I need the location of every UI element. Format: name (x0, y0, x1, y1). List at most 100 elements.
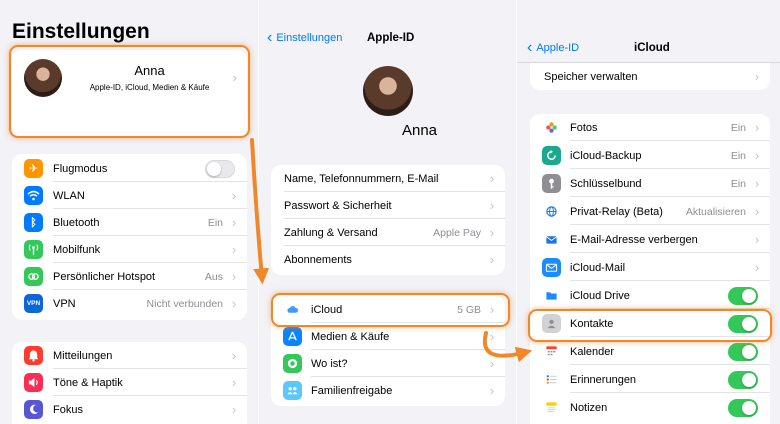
row-label: iCloud-Mail (570, 261, 626, 274)
sounds-row[interactable]: Töne & Haptik › (12, 369, 247, 396)
hotspot-icon (24, 267, 43, 286)
back-button[interactable]: ‹ Einstellungen (267, 29, 343, 46)
chevron-right-icon: › (231, 375, 237, 390)
chevron-right-icon: › (754, 120, 760, 135)
chevron-right-icon: › (489, 329, 495, 344)
services-group: iCloud 5 GB › Medien & Käufe › Wo ist? › (271, 296, 505, 406)
calendar-toggle[interactable] (728, 342, 758, 361)
row-label: iCloud (311, 303, 343, 316)
chevron-right-icon: › (231, 269, 237, 284)
icloud-drive-toggle[interactable] (728, 286, 758, 305)
contacts-row: Kontakte (530, 310, 770, 337)
bluetooth-row[interactable]: ᛒ Bluetooth Ein › (12, 209, 247, 236)
calendar-row: Kalender (530, 338, 770, 365)
row-label: Persönlicher Hotspot (53, 270, 156, 283)
moon-icon (24, 400, 43, 419)
row-value: 5 GB (457, 303, 481, 316)
cloud-icon (283, 300, 302, 319)
avatar (363, 66, 413, 116)
icloud-drive-row: iCloud Drive (530, 282, 770, 309)
profile-card[interactable]: Anna Apple-ID, iCloud, Medien & Käufe › (12, 50, 247, 136)
family-icon (283, 381, 302, 400)
reminders-toggle[interactable] (728, 370, 758, 389)
row-value: Aus (204, 270, 223, 283)
storage-group: Speicher verwalten › (530, 63, 770, 90)
chevron-right-icon: › (754, 148, 760, 163)
airplane-icon: ✈ (24, 159, 43, 178)
wifi-icon (24, 186, 43, 205)
wifi-row[interactable]: WLAN › (12, 182, 247, 209)
row-label: Wo ist? (311, 357, 348, 370)
icloud-row[interactable]: iCloud 5 GB › (271, 296, 505, 323)
row-value: Ein (730, 177, 746, 190)
chevron-right-icon: › (489, 302, 495, 317)
find-my-icon (283, 354, 302, 373)
row-label: Familienfreigabe (311, 384, 393, 397)
folder-icon (542, 286, 561, 305)
media-row[interactable]: Medien & Käufe › (271, 323, 505, 350)
page-title: Einstellungen (12, 20, 150, 43)
row-label: Speicher verwalten (544, 70, 638, 83)
row-label: WLAN (53, 189, 85, 202)
vpn-icon: VPN (24, 294, 43, 313)
contacts-toggle[interactable] (728, 314, 758, 333)
notes-row: Notizen (530, 394, 770, 421)
cellular-row[interactable]: Mobilfunk › (12, 236, 247, 263)
keychain-row[interactable]: Schlüsselbund Ein › (530, 170, 770, 197)
chevron-right-icon: › (489, 198, 495, 213)
notes-toggle[interactable] (728, 398, 758, 417)
apple-id-panel: ‹ Einstellungen Apple-ID Anna Name, Tele… (259, 0, 516, 424)
chevron-left-icon: ‹ (267, 29, 273, 46)
photos-row[interactable]: Fotos Ein › (530, 114, 770, 141)
chevron-right-icon: › (489, 225, 495, 240)
row-label: Fokus (53, 403, 83, 416)
icloud-panel: ‹ Apple-ID iCloud Speicher verwalten › F… (517, 0, 780, 424)
payment-row[interactable]: Zahlung & Versand Apple Pay › (271, 219, 505, 246)
chevron-left-icon: ‹ (527, 39, 533, 56)
row-label: Name, Telefonnummern, E-Mail (284, 172, 439, 185)
hide-mail-row[interactable]: E-Mail-Adresse verbergen › (530, 226, 770, 253)
calendar-icon (542, 342, 561, 361)
notifications-row[interactable]: Mitteilungen › (12, 342, 247, 369)
row-label: Erinnerungen (570, 373, 637, 386)
chevron-right-icon: › (231, 348, 237, 363)
chevron-right-icon: › (754, 204, 760, 219)
settings-panel: Einstellungen Anna Apple-ID, iCloud, Med… (0, 0, 258, 424)
notes-icon (542, 398, 561, 417)
back-label: Einstellungen (276, 32, 343, 44)
icloud-mail-row[interactable]: iCloud-Mail › (530, 254, 770, 281)
chevron-right-icon: › (754, 69, 760, 84)
row-label: Flugmodus (53, 162, 108, 175)
backup-row[interactable]: iCloud-Backup Ein › (530, 142, 770, 169)
row-label: Medien & Käufe (311, 330, 390, 343)
find-my-row[interactable]: Wo ist? › (271, 350, 505, 377)
focus-row[interactable]: Fokus › (12, 396, 247, 423)
back-button[interactable]: ‹ Apple-ID (527, 39, 579, 56)
app-store-icon (283, 327, 302, 346)
reminders-row: Erinnerungen (530, 366, 770, 393)
manage-storage-row[interactable]: Speicher verwalten › (530, 63, 770, 90)
name-row[interactable]: Name, Telefonnummern, E-Mail › (271, 165, 505, 192)
subscriptions-row[interactable]: Abonnements › (271, 246, 505, 273)
bluetooth-icon: ᛒ (24, 213, 43, 232)
antenna-icon (24, 240, 43, 259)
private-relay-row[interactable]: Privat-Relay (Beta) Aktualisieren › (530, 198, 770, 225)
globe-icon (542, 202, 561, 221)
family-row[interactable]: Familienfreigabe › (271, 377, 505, 404)
account-group: Name, Telefonnummern, E-Mail › Passwort … (271, 165, 505, 275)
bell-icon (24, 346, 43, 365)
connectivity-group: ✈ Flugmodus WLAN › ᛒ Bluetooth Ein › Mob… (12, 154, 247, 320)
row-value: Nicht verbunden (146, 297, 223, 310)
vpn-row[interactable]: VPN VPN Nicht verbunden › (12, 290, 247, 317)
apps-group: Fotos Ein › iCloud-Backup Ein › Schlüsse… (530, 114, 770, 424)
row-label: VPN (53, 297, 76, 310)
contacts-icon (542, 314, 561, 333)
hotspot-row[interactable]: Persönlicher Hotspot Aus › (12, 263, 247, 290)
flight-mode-toggle[interactable] (205, 159, 235, 178)
nav-title: Apple-ID (367, 32, 415, 44)
row-label: Kontakte (570, 317, 614, 330)
password-row[interactable]: Passwort & Sicherheit › (271, 192, 505, 219)
row-value: Ein (730, 149, 746, 162)
row-value: Ein (207, 216, 223, 229)
chevron-right-icon: › (754, 232, 760, 247)
